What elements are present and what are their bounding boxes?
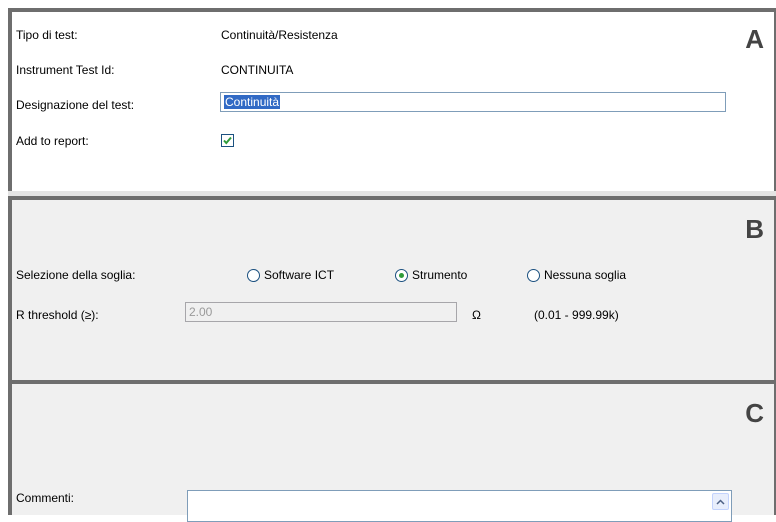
comments-textarea[interactable] (187, 490, 732, 522)
designation-input-text: Continuità (224, 95, 281, 109)
radio-nessuna-soglia-circle[interactable] (527, 268, 540, 282)
chevron-up-icon (716, 498, 725, 505)
scroll-up-button[interactable] (712, 493, 729, 510)
radio-strumento-circle[interactable] (395, 268, 408, 282)
comments-panel: C Commenti: (8, 380, 776, 522)
radio-strumento[interactable]: Strumento (395, 268, 467, 282)
radio-strumento-label: Strumento (412, 268, 468, 282)
section-letter-a: A (745, 24, 764, 54)
comments-label: Commenti: (16, 491, 75, 505)
r-threshold-label: R threshold (≥): (16, 308, 99, 322)
instrument-test-id-label: Instrument Test Id: (16, 63, 115, 77)
radio-software-ict[interactable]: Software ICT (247, 268, 334, 282)
radio-nessuna-soglia[interactable]: Nessuna soglia (527, 268, 626, 282)
radio-software-ict-circle[interactable] (247, 268, 260, 282)
section-letter-c: C (745, 398, 764, 428)
threshold-range: (0.01 - 999.99k) (534, 308, 619, 322)
radio-software-ict-label: Software ICT (264, 268, 335, 282)
radio-nessuna-soglia-label: Nessuna soglia (544, 268, 627, 282)
designation-label: Designazione del test: (16, 98, 135, 112)
checkmark-icon (223, 136, 232, 145)
add-to-report-label: Add to report: (16, 134, 89, 148)
designation-input[interactable]: Continuità (220, 92, 726, 112)
ohm-unit: Ω (472, 308, 481, 322)
test-type-label: Tipo di test: (16, 28, 78, 42)
section-letter-b: B (745, 214, 764, 244)
instrument-test-id-value: CONTINUITA (221, 63, 294, 77)
test-info-panel: A Tipo di test: Continuità/Resistenza In… (8, 8, 776, 191)
r-threshold-input[interactable]: 2.00 (185, 302, 457, 322)
threshold-select-label: Selezione della soglia: (16, 268, 136, 282)
add-to-report-checkbox[interactable] (221, 134, 234, 147)
threshold-panel: B Selezione della soglia: Software ICT S… (8, 196, 776, 380)
test-type-value: Continuità/Resistenza (221, 28, 338, 42)
